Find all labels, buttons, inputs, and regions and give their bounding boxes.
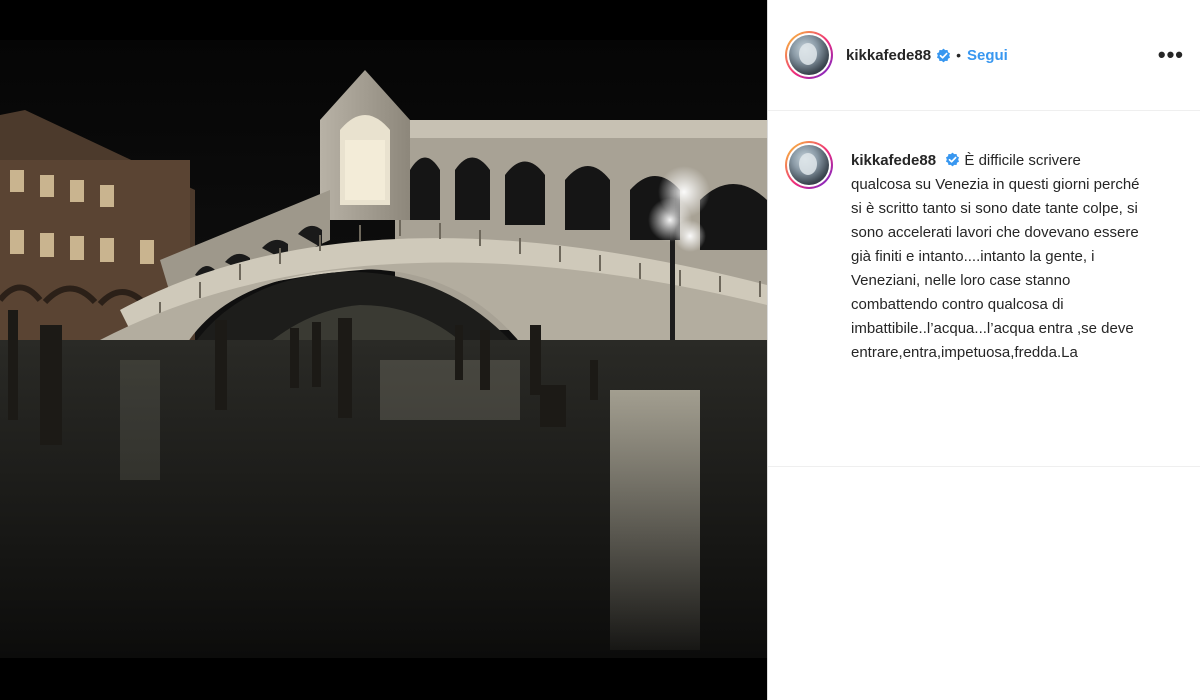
avatar-image <box>789 35 829 75</box>
follow-button[interactable]: Segui <box>967 47 1008 64</box>
photo-pane <box>0 0 767 700</box>
author-username[interactable]: kikkafede88 <box>846 47 931 64</box>
avatar-ring <box>787 143 831 187</box>
post-header: kikkafede88 • Segui ••• <box>768 0 1200 111</box>
rialto-bridge-photo <box>0 40 767 658</box>
post-side-panel: kikkafede88 • Segui ••• kikkafede88 È di… <box>767 0 1200 700</box>
caption-username[interactable]: kikkafede88 <box>851 152 936 169</box>
caption-author-avatar[interactable] <box>785 141 833 189</box>
post-photo[interactable] <box>0 40 767 658</box>
caption-comment: kikkafede88 È difficile scrivere qualcos… <box>768 111 1200 467</box>
more-options-icon[interactable]: ••• <box>1158 44 1184 66</box>
caption-body: È difficile scrivere qualcosa su Venezia… <box>851 152 1140 361</box>
author-avatar[interactable] <box>785 31 833 79</box>
header-separator: • <box>956 47 961 63</box>
verified-badge-icon <box>937 48 951 62</box>
avatar-ring <box>787 33 831 77</box>
verified-badge-icon <box>946 152 960 167</box>
caption-text-block: kikkafede88 È difficile scrivere qualcos… <box>851 149 1141 466</box>
avatar-image <box>789 145 829 185</box>
